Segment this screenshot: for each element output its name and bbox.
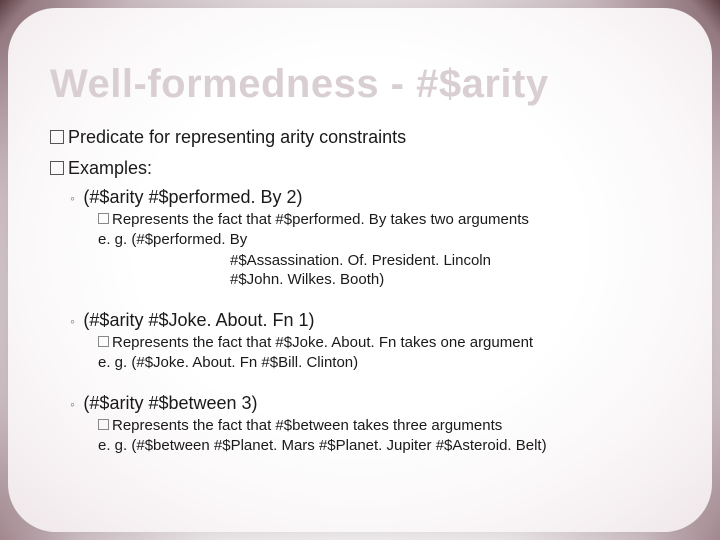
example-eg-line: e. g. (#$between #$Planet. Mars #$Planet… (98, 436, 670, 456)
example-item: ◦ (#$arity #$between 3) (70, 393, 670, 414)
example-item: ◦ (#$arity #$performed. By 2) (70, 187, 670, 208)
example-code: (#$arity #$Joke. About. Fn 1) (83, 310, 314, 330)
tiny-bullet-icon (98, 336, 109, 347)
sub-bullet-icon: ◦ (70, 313, 75, 329)
slide-panel: Well-formedness - #$arity Predicate for … (8, 8, 712, 532)
sub-bullet-icon: ◦ (70, 190, 75, 206)
example-code: (#$arity #$performed. By 2) (83, 187, 302, 207)
examples-label: Examples: (68, 158, 152, 178)
examples-group: ◦ (#$arity #$performed. By 2) Represents… (50, 187, 670, 457)
example-desc-text: Represents the fact that #$between takes… (112, 417, 502, 434)
tiny-bullet-icon (98, 419, 109, 430)
example-desc-text: Represents the fact that #$performed. By… (112, 211, 529, 228)
content-area: Well-formedness - #$arity Predicate for … (8, 8, 712, 487)
example-deep-arg: #$John. Wilkes. Booth) (230, 270, 670, 290)
examples-line: Examples: (50, 158, 670, 179)
example-description: Represents the fact that #$Joke. About. … (98, 333, 670, 353)
bullet-box-icon (50, 161, 64, 175)
slide-title: Well-formedness - #$arity (50, 62, 670, 107)
bullet-box-icon (50, 130, 64, 144)
tiny-bullet-icon (98, 213, 109, 224)
example-description: Represents the fact that #$between takes… (98, 416, 670, 436)
sub-bullet-icon: ◦ (70, 396, 75, 412)
slide-background: Well-formedness - #$arity Predicate for … (0, 0, 720, 540)
example-code: (#$arity #$between 3) (83, 393, 257, 413)
example-eg-line: e. g. (#$performed. By (98, 230, 670, 250)
example-deep-arg: #$Assassination. Of. President. Lincoln (230, 251, 670, 271)
example-desc-text: Represents the fact that #$Joke. About. … (112, 334, 533, 351)
example-item: ◦ (#$arity #$Joke. About. Fn 1) (70, 310, 670, 331)
example-description: Represents the fact that #$performed. By… (98, 210, 670, 230)
example-eg-line: e. g. (#$Joke. About. Fn #$Bill. Clinton… (98, 353, 670, 373)
predicate-text: Predicate for representing arity constra… (68, 127, 406, 147)
predicate-line: Predicate for representing arity constra… (50, 127, 670, 148)
